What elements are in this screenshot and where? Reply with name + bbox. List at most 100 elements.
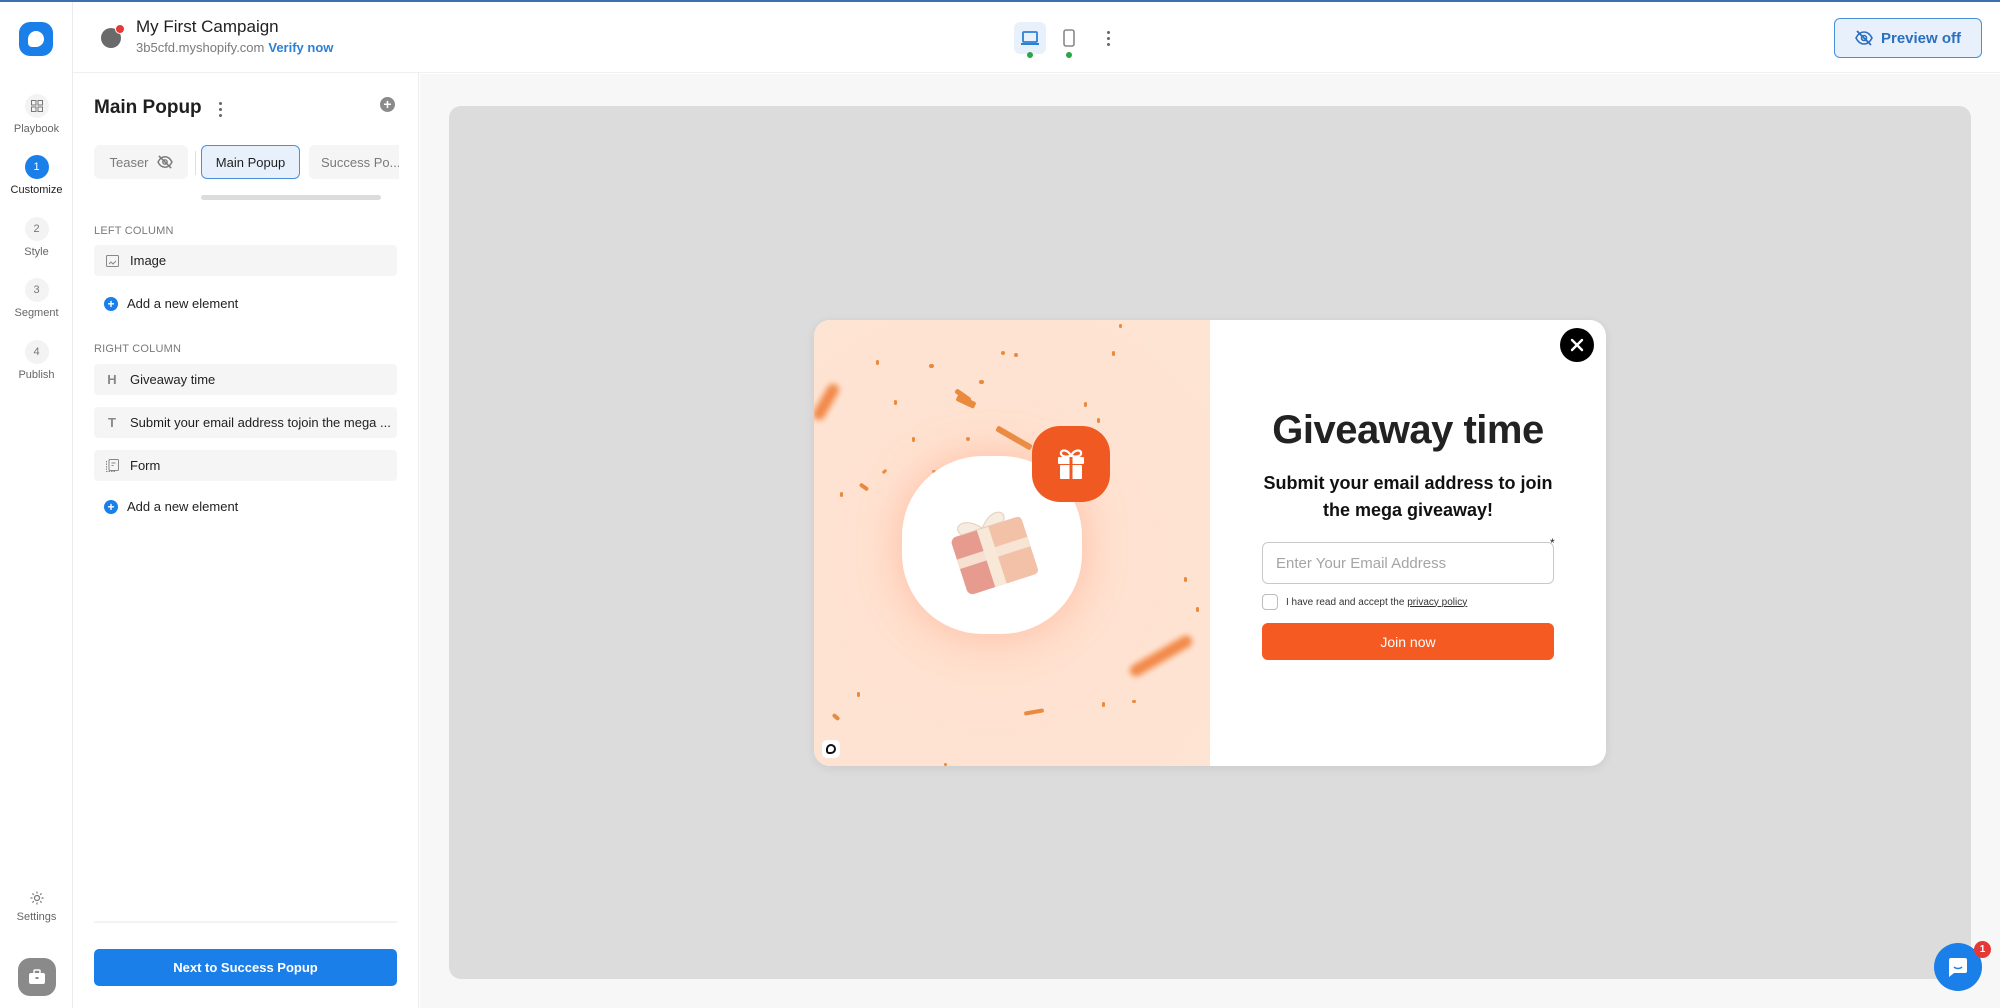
add-element-left-button[interactable]: + Add a new element [104, 296, 238, 311]
eye-off-icon [1855, 30, 1873, 46]
right-column-label: RIGHT COLUMN [94, 343, 182, 355]
popup-heading: Giveaway time [1272, 408, 1544, 452]
step-badge: 3 [24, 278, 49, 302]
privacy-policy-link[interactable]: privacy policy [1407, 597, 1467, 608]
desktop-status-dot [1027, 52, 1033, 58]
confetti-piece [876, 360, 879, 365]
confetti-piece [966, 437, 970, 441]
rail-item-settings[interactable]: Settings [0, 890, 73, 923]
briefcase-icon [29, 969, 45, 984]
campaign-title: My First Campaign [136, 17, 279, 36]
step-badge: 1 [24, 155, 49, 179]
confetti-piece [1196, 607, 1199, 612]
confetti-piece [1102, 702, 1105, 707]
confetti-piece [857, 692, 860, 697]
store-domain: 3b5cfd.myshopify.com [136, 40, 265, 55]
rail-label: Settings [16, 911, 57, 923]
logo-icon [28, 31, 44, 47]
rail-item-style[interactable]: 2 Style [0, 217, 73, 258]
confetti-piece [929, 364, 934, 368]
tab-success-popup[interactable]: Success Po... [309, 145, 399, 179]
tab-teaser[interactable]: Teaser [94, 145, 188, 179]
preview-toggle-button[interactable]: Preview off [1834, 18, 1982, 58]
editor-panel: Main Popup + Teaser Main Popup Success P… [74, 73, 419, 1008]
app-logo[interactable] [19, 22, 53, 56]
close-icon [1570, 338, 1584, 352]
popup-image[interactable] [814, 320, 1210, 766]
heading-icon: H [107, 372, 117, 387]
next-success-popup-button[interactable]: Next to Success Popup [94, 949, 397, 986]
store-domain-line: 3b5cfd.myshopify.com Verify now [136, 40, 333, 55]
element-label: Submit your email address tojoin the meg… [130, 415, 391, 430]
grid-icon [24, 94, 49, 118]
tab-label: Main Popup [215, 154, 286, 170]
left-column-label: LEFT COLUMN [94, 225, 174, 237]
rail-item-publish[interactable]: 4 Publish [0, 340, 73, 381]
join-now-button[interactable]: Join now [1262, 623, 1554, 660]
desktop-view-button[interactable] [1014, 22, 1046, 54]
verify-now-link[interactable]: Verify now [268, 40, 333, 55]
confetti-piece [881, 468, 888, 475]
confetti-piece [912, 437, 915, 442]
popup-content: Giveaway time Submit your email address … [1210, 320, 1606, 766]
add-element-label: Add a new element [127, 499, 239, 514]
confetti-piece [979, 380, 984, 384]
plus-icon: + [104, 296, 118, 311]
rail-item-segment[interactable]: 3 Segment [0, 278, 73, 319]
rail-label: Publish [18, 369, 55, 381]
element-row-heading[interactable]: H Giveaway time [94, 364, 397, 395]
add-element-right-button[interactable]: + Add a new element [104, 499, 238, 514]
rail-label: Segment [14, 307, 59, 319]
more-options-icon[interactable] [1100, 26, 1116, 50]
gift-box-illustration [951, 511, 1038, 595]
rail-label: Style [24, 246, 49, 258]
mobile-status-dot [1066, 52, 1072, 58]
consent-label: I have read and accept the [1286, 596, 1405, 608]
preview-label: Preview off [1880, 29, 1962, 47]
consent-row: I have read and accept the privacy polic… [1262, 594, 1467, 610]
add-element-label: Add a new element [127, 296, 239, 311]
confetti-piece [1119, 324, 1122, 328]
confetti-piece [1132, 700, 1136, 703]
popup-close-button[interactable] [1560, 328, 1594, 362]
confetti-piece [944, 763, 947, 766]
panel-menu-icon[interactable] [214, 99, 226, 119]
globe-icon[interactable] [101, 24, 125, 48]
element-row-image[interactable]: Image [94, 245, 397, 276]
step-badge: 4 [24, 340, 49, 364]
confetti-piece [1184, 577, 1187, 582]
element-label: Giveaway time [130, 372, 216, 387]
top-header: My First Campaign 3b5cfd.myshopify.com Ve… [73, 2, 2000, 73]
element-label: Image [130, 253, 167, 268]
confetti-piece [858, 482, 870, 492]
panel-title: Main Popup [94, 97, 202, 118]
tab-divider [195, 151, 196, 175]
email-input[interactable] [1262, 542, 1554, 584]
element-row-form[interactable]: Form [94, 450, 397, 481]
rail-item-playbook[interactable]: Playbook [0, 94, 73, 135]
consent-checkbox[interactable] [1262, 594, 1278, 610]
step-badge: 2 [24, 217, 49, 241]
confetti-piece [1084, 402, 1087, 407]
confetti-piece [1097, 418, 1100, 423]
add-popup-button[interactable]: + [380, 97, 395, 112]
briefcase-button[interactable] [18, 958, 56, 996]
required-marker: * [1550, 536, 1555, 550]
element-row-text[interactable]: T Submit your email address tojoin the m… [94, 407, 397, 438]
chat-unread-badge: 1 [1974, 941, 1991, 958]
element-label: Form [130, 458, 161, 473]
confetti-piece [894, 400, 897, 405]
rail-item-customize[interactable]: 1 Customize [0, 155, 73, 196]
chat-icon [1949, 958, 1967, 977]
popup-tabs: Teaser Main Popup Success Po... [94, 145, 399, 181]
confetti-piece [1014, 353, 1018, 357]
laptop-icon [1021, 31, 1039, 45]
brand-watermark[interactable] [822, 740, 840, 758]
alert-badge [115, 24, 125, 34]
tabs-scrollbar[interactable] [201, 195, 381, 200]
gift-badge [1032, 426, 1110, 502]
confetti-piece [1023, 708, 1045, 716]
left-rail: Playbook 1 Customize 2 Style 3 Segment 4… [0, 2, 73, 1008]
mobile-view-button[interactable] [1053, 22, 1085, 54]
tab-main-popup[interactable]: Main Popup [201, 145, 300, 179]
